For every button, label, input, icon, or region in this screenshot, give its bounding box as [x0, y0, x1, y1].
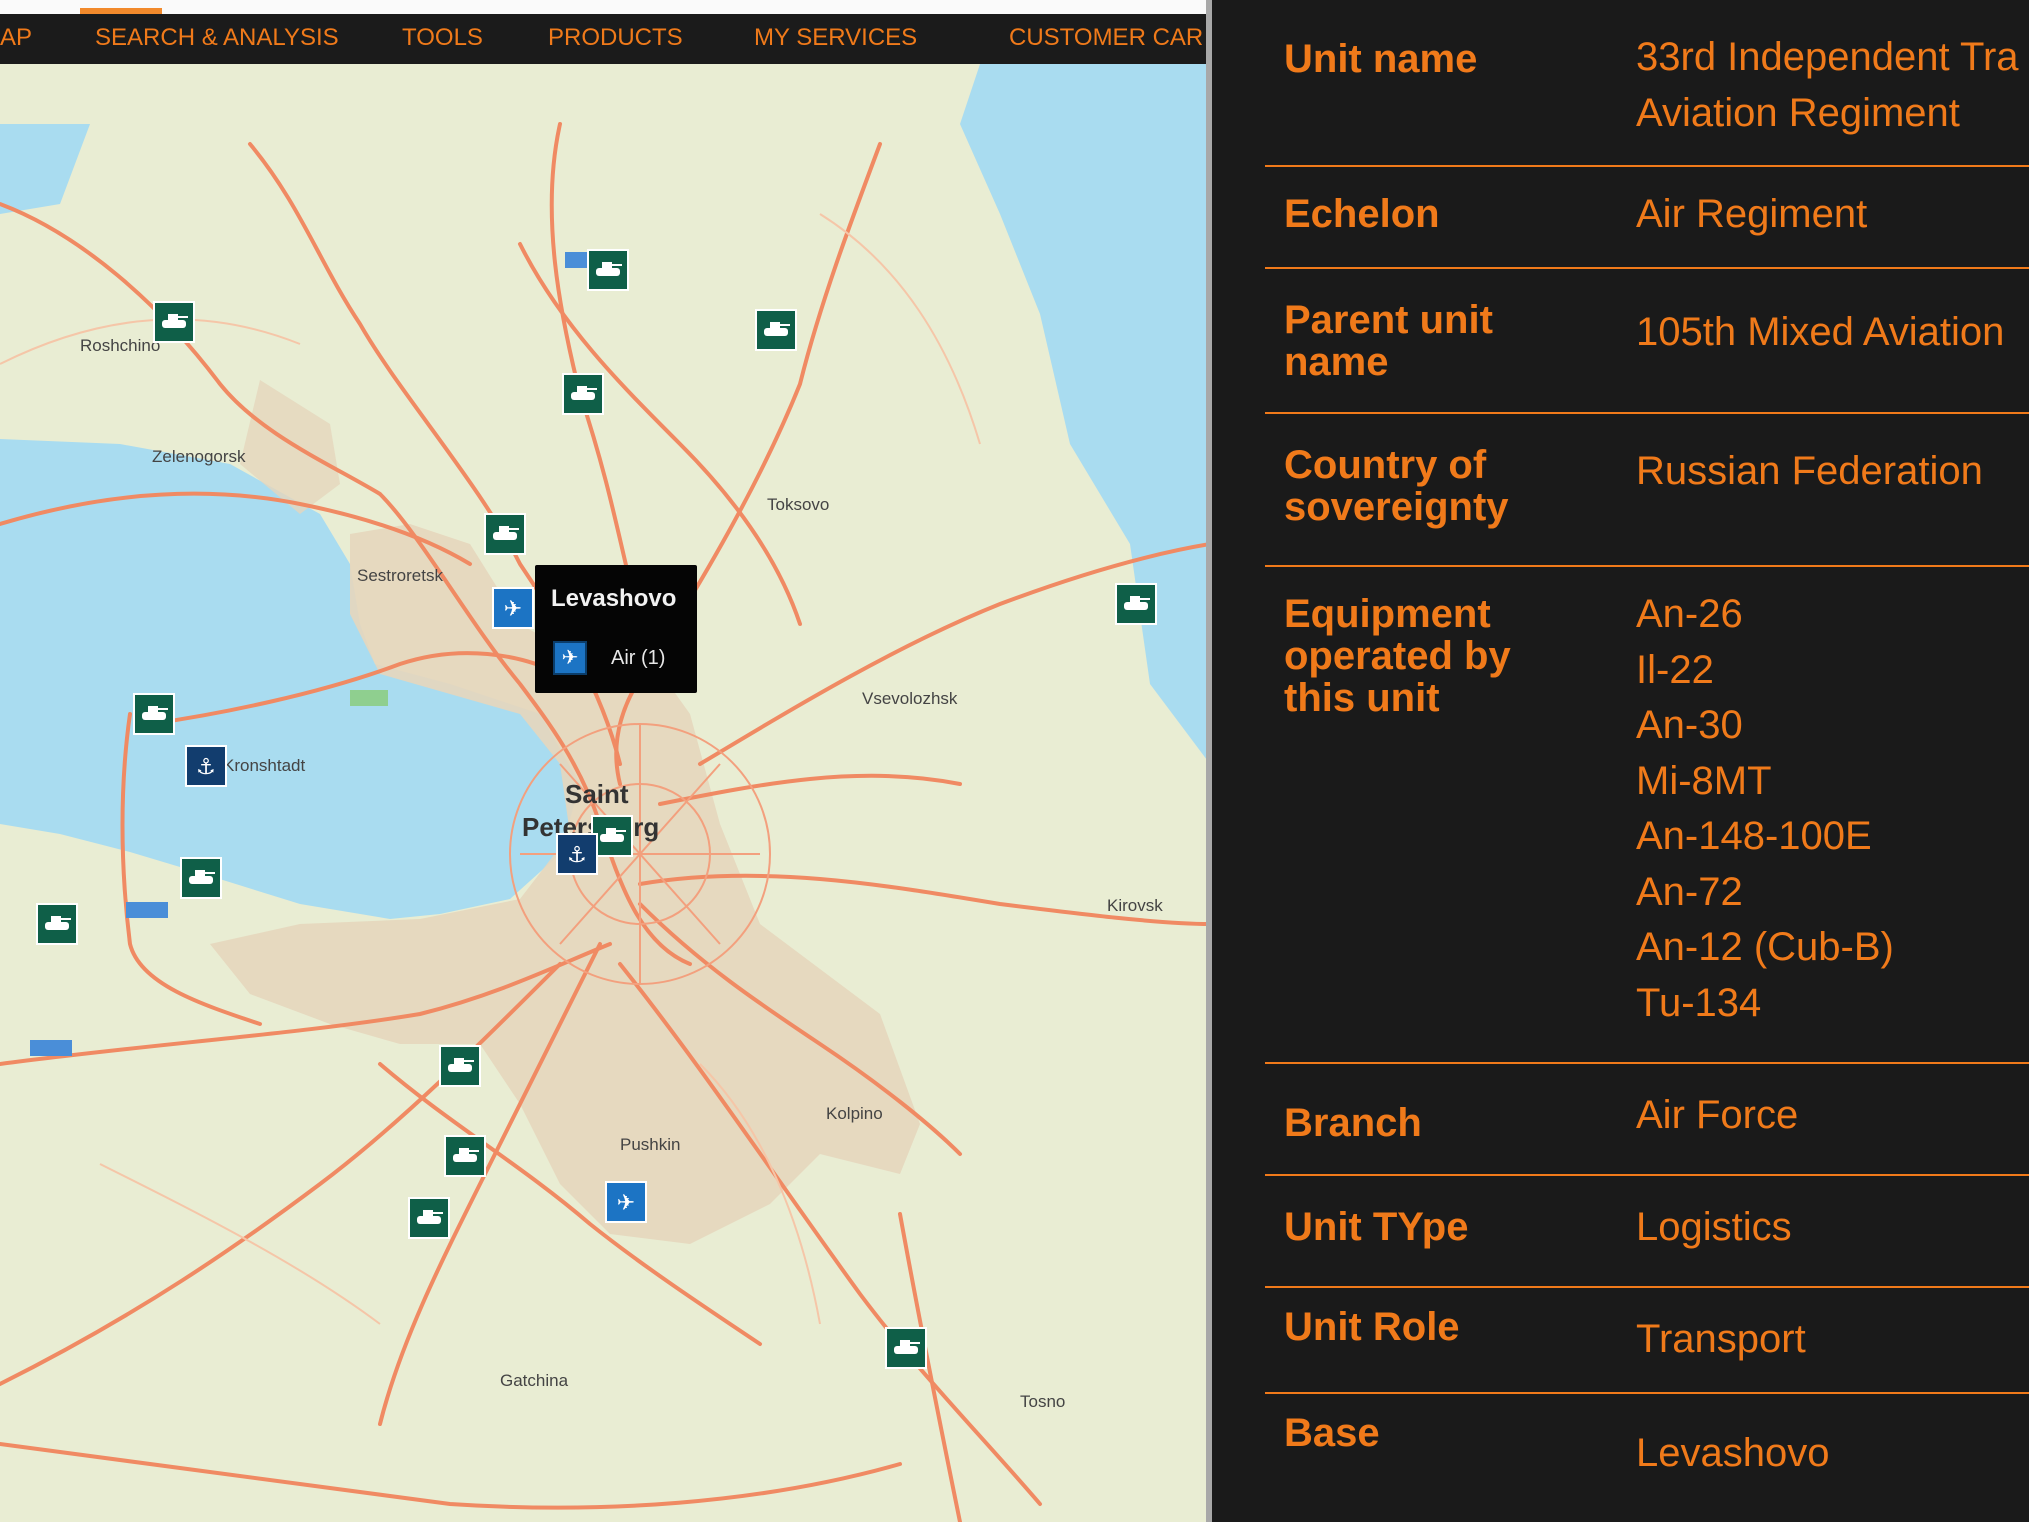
map-canvas[interactable]: Roshchino Zelenogorsk Toksovo Sestrorets…: [0, 64, 1210, 1522]
tank-icon[interactable]: [36, 903, 78, 945]
unit-details-panel: Unit name 33rd Independent Tra Aviation R…: [1212, 0, 2029, 1522]
aircraft-icon[interactable]: ✈: [492, 587, 534, 629]
value-unit-role: Transport: [1636, 1317, 1806, 1361]
map-panel: AP SEARCH & ANALYSIS TOOLS PRODUCTS MY S…: [0, 0, 1210, 1522]
tank-icon[interactable]: [408, 1197, 450, 1239]
row-unit-role: Unit Role Transport: [1265, 1288, 2029, 1394]
tank-icon[interactable]: [133, 693, 175, 735]
value-base: Levashovo: [1636, 1431, 1830, 1475]
value-branch: Air Force: [1636, 1093, 1799, 1137]
tank-icon[interactable]: [484, 513, 526, 555]
equipment-item: An-148-100E: [1636, 814, 1872, 858]
top-nav: AP SEARCH & ANALYSIS TOOLS PRODUCTS MY S…: [0, 14, 1210, 64]
place-saint: Saint: [565, 779, 629, 809]
popup-title: Levashovo: [551, 585, 677, 612]
map-popup[interactable]: Levashovo ✈ Air (1): [535, 565, 697, 693]
top-strip: [0, 0, 1210, 14]
label-echelon: Echelon: [1284, 192, 1440, 236]
nav-item-my-services[interactable]: MY SERVICES: [754, 24, 917, 52]
label-unit-type: Unit TYpe: [1284, 1205, 1469, 1249]
label-country-of-sovereignty: Country of sovereignty: [1284, 443, 1509, 529]
aircraft-icon[interactable]: ✈: [605, 1181, 647, 1223]
tank-icon[interactable]: [562, 373, 604, 415]
place-kirovsk: Kirovsk: [1107, 896, 1163, 915]
equipment-item: An-30: [1636, 703, 1743, 747]
nav-item-products[interactable]: PRODUCTS: [548, 24, 683, 52]
value-unit-name: 33rd Independent Tra Aviation Regiment: [1636, 35, 2019, 135]
row-country-of-sovereignty: Country of sovereignty Russian Federation: [1265, 414, 2029, 567]
value-echelon: Air Regiment: [1636, 192, 1868, 236]
place-sestroretsk: Sestroretsk: [357, 566, 443, 585]
aircraft-icon[interactable]: ✈: [553, 641, 587, 675]
svg-text:✈: ✈: [617, 1191, 635, 1216]
svg-text:✈: ✈: [504, 597, 522, 622]
tank-icon[interactable]: [439, 1045, 481, 1087]
anchor-icon[interactable]: ⚓: [185, 745, 227, 787]
row-unit-type: Unit TYpe Logistics: [1265, 1176, 2029, 1288]
place-roshchino: Roshchino: [80, 336, 160, 355]
label-base: Base: [1284, 1411, 1380, 1455]
place-kronshtadt: Kronshtadt: [223, 756, 305, 775]
place-tosno: Tosno: [1020, 1392, 1065, 1411]
popup-category[interactable]: Air (1): [611, 647, 665, 670]
svg-text:⚓: ⚓: [567, 843, 587, 868]
svg-text:⚓: ⚓: [196, 755, 216, 780]
place-vsevolozhsk: Vsevolozhsk: [862, 689, 958, 708]
anchor-icon[interactable]: ⚓: [556, 833, 598, 875]
nav-item-customer-care[interactable]: CUSTOMER CAR: [1009, 24, 1203, 52]
tank-icon[interactable]: [180, 857, 222, 899]
place-pushkin: Pushkin: [620, 1135, 680, 1154]
equipment-item: An-12 (Cub-B): [1636, 925, 1894, 969]
tank-icon[interactable]: [153, 301, 195, 343]
row-branch: Branch Air Force: [1265, 1064, 2029, 1176]
tank-icon[interactable]: [1115, 583, 1157, 625]
place-gatchina: Gatchina: [500, 1371, 569, 1390]
label-parent-unit-name: Parent unit name: [1284, 298, 1493, 384]
value-equipment-list: An-26 Il-22 An-30 Mi-8MT An-148-100E An-…: [1636, 587, 1894, 1031]
tank-icon[interactable]: [885, 1327, 927, 1369]
tank-icon[interactable]: [587, 249, 629, 291]
equipment-item: An-72: [1636, 869, 1743, 914]
value-parent-unit-name: 105th Mixed Aviation: [1636, 310, 2005, 354]
nav-item-tools[interactable]: TOOLS: [402, 24, 483, 52]
label-unit-role: Unit Role: [1284, 1305, 1460, 1349]
tank-icon[interactable]: [444, 1135, 486, 1177]
row-equipment: Equipment operated by this unit An-26 Il-2…: [1265, 567, 2029, 1064]
equipment-item: Mi-8MT: [1636, 758, 1772, 803]
label-equipment: Equipment operated by this unit: [1284, 592, 1511, 720]
row-echelon: Echelon Air Regiment: [1265, 167, 2029, 269]
value-unit-type: Logistics: [1636, 1205, 1792, 1249]
place-kolpino: Kolpino: [826, 1104, 883, 1123]
equipment-item: Tu-134: [1636, 980, 1762, 1025]
value-country-of-sovereignty: Russian Federation: [1636, 449, 1983, 493]
equipment-item: Il-22: [1636, 647, 1714, 692]
nav-item-map[interactable]: AP: [0, 24, 32, 52]
equipment-item: An-26: [1636, 592, 1743, 636]
place-zelenogorsk: Zelenogorsk: [152, 447, 246, 466]
row-parent-unit-name: Parent unit name 105th Mixed Aviation: [1265, 269, 2029, 414]
label-branch: Branch: [1284, 1101, 1422, 1145]
row-unit-name: Unit name 33rd Independent Tra Aviation R…: [1265, 0, 2029, 167]
tank-icon[interactable]: [755, 309, 797, 351]
label-unit-name: Unit name: [1284, 37, 1478, 81]
place-toksovo: Toksovo: [767, 495, 829, 514]
nav-item-search-analysis[interactable]: SEARCH & ANALYSIS: [95, 24, 339, 52]
row-base: Base Levashovo: [1265, 1394, 2029, 1522]
map-svg[interactable]: Roshchino Zelenogorsk Toksovo Sestrorets…: [0, 64, 1210, 1522]
